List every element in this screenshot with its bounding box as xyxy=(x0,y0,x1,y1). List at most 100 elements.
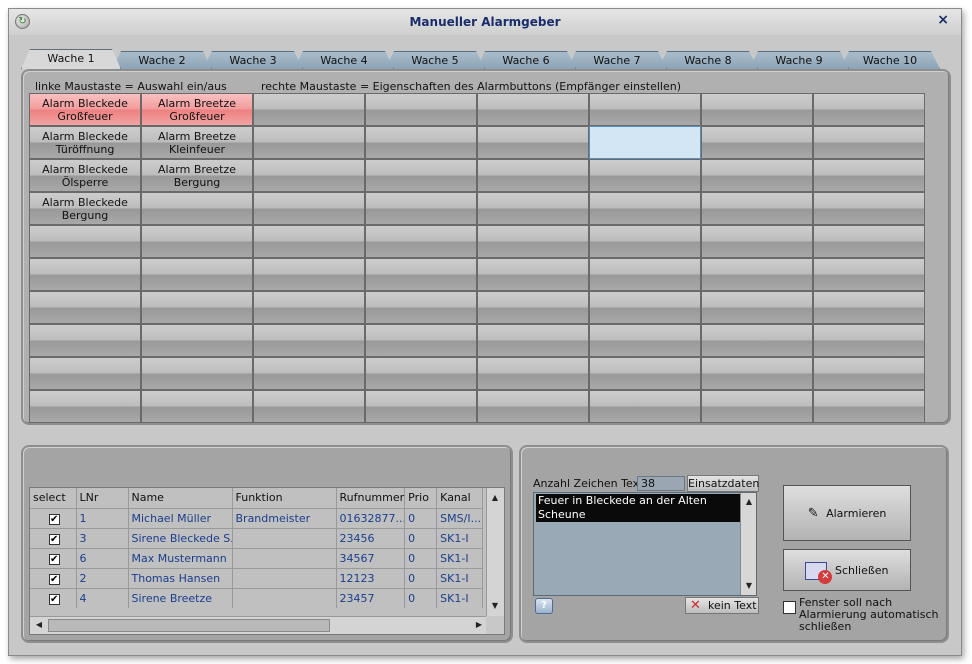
empty-alarm-button[interactable] xyxy=(813,258,925,291)
schliessen-button[interactable]: ✕ Schließen xyxy=(783,549,911,591)
empty-alarm-button[interactable] xyxy=(589,159,701,192)
tab-wache-5[interactable]: Wache 5 xyxy=(385,51,485,69)
alarm-button[interactable]: Alarm Bleckede Bergung xyxy=(29,192,141,225)
alarmieren-button[interactable]: ✎ Alarmieren xyxy=(783,485,911,541)
column-header-prio[interactable]: Prio xyxy=(404,488,438,508)
empty-alarm-button[interactable] xyxy=(365,93,477,126)
tab-wache-4[interactable]: Wache 4 xyxy=(294,51,394,69)
empty-alarm-button[interactable] xyxy=(589,390,701,423)
empty-alarm-button[interactable] xyxy=(253,159,365,192)
empty-alarm-button[interactable] xyxy=(813,159,925,192)
alarm-button[interactable]: Alarm Bleckede Ölsperre xyxy=(29,159,141,192)
empty-alarm-button[interactable] xyxy=(141,192,253,225)
empty-alarm-button[interactable] xyxy=(701,390,813,423)
column-header-kanal[interactable]: Kanal xyxy=(436,488,484,508)
column-header-funktion[interactable]: Funktion xyxy=(232,488,337,508)
empty-alarm-button[interactable] xyxy=(701,159,813,192)
autoclose-checkbox[interactable] xyxy=(783,601,796,614)
empty-alarm-button[interactable] xyxy=(365,225,477,258)
empty-alarm-button[interactable] xyxy=(29,324,141,357)
empty-alarm-button[interactable] xyxy=(813,324,925,357)
empty-alarm-button[interactable] xyxy=(365,291,477,324)
empty-alarm-button[interactable] xyxy=(253,93,365,126)
empty-alarm-button[interactable] xyxy=(477,291,589,324)
empty-alarm-button[interactable] xyxy=(253,258,365,291)
table-horizontal-scrollbar[interactable]: ◀ ▶ xyxy=(30,616,488,634)
empty-alarm-button[interactable] xyxy=(141,324,253,357)
tab-wache-2[interactable]: Wache 2 xyxy=(112,51,212,69)
empty-alarm-button[interactable] xyxy=(477,225,589,258)
empty-alarm-button[interactable] xyxy=(589,225,701,258)
empty-alarm-button[interactable] xyxy=(477,126,589,159)
empty-alarm-button[interactable] xyxy=(253,324,365,357)
empty-alarm-button[interactable] xyxy=(813,93,925,126)
table-vertical-scrollbar[interactable]: ▲ ▼ xyxy=(486,488,504,616)
empty-alarm-button[interactable] xyxy=(365,258,477,291)
empty-alarm-button[interactable] xyxy=(813,390,925,423)
empty-alarm-button[interactable] xyxy=(29,291,141,324)
empty-alarm-button[interactable] xyxy=(365,159,477,192)
empty-alarm-button[interactable] xyxy=(29,225,141,258)
empty-alarm-button[interactable] xyxy=(253,390,365,423)
empty-alarm-button[interactable] xyxy=(589,324,701,357)
column-header-name[interactable]: Name xyxy=(128,488,233,508)
alarm-button[interactable]: Alarm Bleckede Türöffnung xyxy=(29,126,141,159)
empty-alarm-button[interactable] xyxy=(365,357,477,390)
empty-alarm-button[interactable] xyxy=(701,225,813,258)
tab-wache-9[interactable]: Wache 9 xyxy=(749,51,849,69)
tab-wache-3[interactable]: Wache 3 xyxy=(203,51,303,69)
empty-alarm-button[interactable] xyxy=(813,357,925,390)
tab-wache-8[interactable]: Wache 8 xyxy=(658,51,758,69)
empty-alarm-button[interactable] xyxy=(253,225,365,258)
select-checkbox[interactable]: ✔ xyxy=(48,573,60,585)
select-checkbox[interactable]: ✔ xyxy=(48,593,60,605)
scroll-right-icon[interactable]: ▶ xyxy=(471,617,487,633)
column-header-lnr[interactable]: LNr xyxy=(76,488,129,508)
empty-alarm-button[interactable] xyxy=(589,93,701,126)
empty-alarm-button[interactable] xyxy=(589,357,701,390)
table-row[interactable]: ✔ 6 Max Mustermann 34567 0 SK1-I xyxy=(30,547,484,568)
empty-alarm-button[interactable] xyxy=(365,126,477,159)
empty-alarm-button[interactable] xyxy=(477,159,589,192)
empty-alarm-button[interactable] xyxy=(589,258,701,291)
empty-alarm-button[interactable] xyxy=(365,390,477,423)
scroll-left-icon[interactable]: ◀ xyxy=(31,617,47,633)
empty-alarm-button[interactable] xyxy=(813,192,925,225)
alarm-button[interactable]: Alarm Breetze Bergung xyxy=(141,159,253,192)
tab-wache-6[interactable]: Wache 6 xyxy=(476,51,576,69)
empty-alarm-button[interactable] xyxy=(29,357,141,390)
empty-alarm-button[interactable] xyxy=(477,93,589,126)
alarm-button[interactable]: Alarm Breetze Großfeuer xyxy=(141,93,253,126)
empty-alarm-button[interactable] xyxy=(141,291,253,324)
tab-wache-7[interactable]: Wache 7 xyxy=(567,51,667,69)
empty-alarm-button[interactable] xyxy=(477,390,589,423)
empty-alarm-button[interactable] xyxy=(141,357,253,390)
tab-wache-10[interactable]: Wache 10 xyxy=(840,51,940,69)
horizontal-scroll-thumb[interactable] xyxy=(48,619,330,632)
empty-alarm-button[interactable] xyxy=(701,126,813,159)
empty-alarm-button[interactable] xyxy=(813,126,925,159)
empty-alarm-button[interactable] xyxy=(477,192,589,225)
alarm-button[interactable]: Alarm Bleckede Großfeuer xyxy=(29,93,141,126)
empty-alarm-button[interactable] xyxy=(701,93,813,126)
empty-alarm-button[interactable] xyxy=(253,126,365,159)
tab-wache-1[interactable]: Wache 1 xyxy=(21,49,121,69)
select-checkbox[interactable]: ✔ xyxy=(48,513,60,525)
empty-alarm-button[interactable] xyxy=(365,324,477,357)
empty-alarm-button[interactable] xyxy=(813,291,925,324)
select-checkbox[interactable]: ✔ xyxy=(48,533,60,545)
empty-alarm-button[interactable] xyxy=(589,126,701,159)
empty-alarm-button[interactable] xyxy=(29,258,141,291)
table-row[interactable]: ✔ 2 Thomas Hansen 12123 0 SK1-I xyxy=(30,567,484,588)
textarea-scrollbar[interactable]: ▲ ▼ xyxy=(740,493,756,595)
empty-alarm-button[interactable] xyxy=(701,357,813,390)
empty-alarm-button[interactable] xyxy=(29,390,141,423)
empty-alarm-button[interactable] xyxy=(253,357,365,390)
table-row[interactable]: ✔ 1 Michael Müller Brandmeister 01632877... 0… xyxy=(30,507,484,528)
textarea-scroll-down-icon[interactable]: ▼ xyxy=(741,578,757,594)
alarm-button[interactable]: Alarm Breetze Kleinfeuer xyxy=(141,126,253,159)
help-button[interactable]: ? xyxy=(535,598,553,614)
empty-alarm-button[interactable] xyxy=(701,291,813,324)
empty-alarm-button[interactable] xyxy=(477,324,589,357)
empty-alarm-button[interactable] xyxy=(477,258,589,291)
